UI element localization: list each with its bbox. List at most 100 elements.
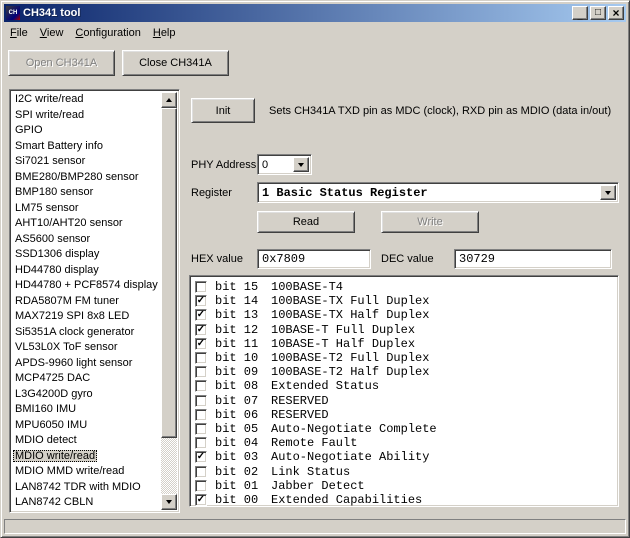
write-button[interactable]: Write [381,211,479,233]
bit-description: 100BASE-TX Half Duplex [271,308,430,323]
list-item-label: SSD1306 display [15,248,100,260]
list-item[interactable]: SPI write/read [12,108,161,124]
list-item-label: RDA5807M FM tuner [15,294,119,307]
list-item[interactable]: HD44780 + PCF8574 display [12,278,161,294]
title-bar[interactable]: CH CH341 tool _ □ × [4,4,626,22]
list-item[interactable]: LAN8742 TDR with MDIO [12,480,161,496]
list-item-label: AHT10/AHT20 sensor [15,217,123,229]
bit-checkbox[interactable] [195,281,207,294]
minimize-button[interactable]: _ [572,6,588,20]
list-item-label: MCP4725 DAC [15,372,91,384]
list-item-label: I2C write/read [15,93,84,105]
list-item-label: MDIO MMD write/read [15,465,125,477]
list-item-label: BME280/BMP280 sensor [15,170,139,183]
bit-checkbox[interactable] [195,422,207,435]
list-item[interactable]: Si5351A clock generator [12,325,161,341]
bit-checkbox[interactable] [195,366,207,379]
list-item[interactable]: VL53L0X ToF sensor [12,340,161,356]
bit-row: bit 15 100BASE-T4 [195,280,614,294]
list-item[interactable]: HD44780 display [12,263,161,279]
bit-label: bit 07 [215,393,259,408]
close-button[interactable]: × [608,6,624,20]
bit-checkbox[interactable]: ✓ [195,323,207,336]
list-item[interactable]: BMI160 IMU [12,402,161,418]
bit-row: bit 01 Jabber Detect [195,479,614,493]
menu-view[interactable]: View [34,25,70,41]
list-item[interactable]: I2C write/read [12,92,161,108]
bit-checkbox[interactable]: ✓ [195,451,207,464]
register-bits-panel: bit 15 100BASE-T4 ✓ bit 14 100BASE-TX Fu… [189,275,619,507]
close-icon: × [612,6,620,20]
bit-checkbox[interactable] [195,394,207,407]
dropdown-arrow-icon [298,162,304,167]
bit-checkbox[interactable]: ✓ [195,493,207,506]
bit-checkbox[interactable] [195,408,207,421]
list-item[interactable]: MAX7219 SPI 8x8 LED [12,309,161,325]
register-combo[interactable]: 1 Basic Status Register [257,182,619,203]
phy-address-combo[interactable]: 0 [257,154,312,175]
list-item[interactable]: MPU6050 IMU [12,418,161,434]
device-list: I2C write/read SPI write/read GPIO Smart Ba… [12,92,161,510]
list-item[interactable]: AS5600 sensor [12,232,161,248]
bit-row: bit 06 RESERVED [195,408,614,422]
list-item[interactable]: MCP4725 DAC [12,371,161,387]
bit-label: bit 10 [215,351,259,366]
bit-description: Auto-Negotiate Ability [271,450,430,465]
bit-row: bit 04 Remote Fault [195,436,614,450]
menu-configuration[interactable]: Configuration [69,25,146,41]
bit-checkbox[interactable] [195,380,207,393]
bit-row: bit 02 Link Status [195,464,614,479]
list-item[interactable]: GPIO [12,123,161,139]
maximize-button[interactable]: □ [590,6,606,20]
list-item[interactable]: L3G4200D gyro [12,387,161,403]
bit-checkbox[interactable]: ✓ [195,295,207,308]
bit-checkbox[interactable]: ✓ [195,337,207,350]
list-item[interactable]: APDS-9960 light sensor [12,356,161,372]
bit-label: bit 15 [215,280,259,295]
init-button[interactable]: Init [191,98,255,123]
hex-value-label: HEX value [191,253,243,265]
list-item-label: GPIO [15,124,43,136]
read-button[interactable]: Read [257,211,355,233]
open-ch341a-button[interactable]: Open CH341A [8,50,115,76]
scroll-down-button[interactable] [161,494,177,510]
hex-value-input[interactable] [257,249,371,269]
menu-help[interactable]: Help [147,25,182,41]
bit-description: RESERVED [271,407,329,422]
app-icon: CH [6,6,20,20]
phy-dropdown-button[interactable] [293,157,309,172]
list-item-label: APDS-9960 light sensor [15,356,133,369]
register-dropdown-button[interactable] [600,185,616,200]
scrollbar-thumb[interactable] [161,108,177,438]
menu-file[interactable]: File [4,25,34,41]
list-item[interactable]: MDIO detect [12,433,161,449]
dec-value-label: DEC value [381,253,434,265]
close-ch341a-button[interactable]: Close CH341A [122,50,229,76]
list-item-label: MDIO write/read [13,449,98,462]
list-item[interactable]: MDIO MMD write/read [12,464,161,480]
dec-value-input[interactable] [454,249,612,269]
bit-checkbox[interactable] [195,437,207,450]
device-list-scrollbar[interactable] [161,92,177,510]
list-item[interactable]: BME280/BMP280 sensor [12,170,161,186]
device-listbox: I2C write/read SPI write/read GPIO Smart Ba… [9,89,180,513]
dropdown-arrow-icon [605,190,611,195]
list-item[interactable]: RDA5807M FM tuner [12,294,161,310]
list-item[interactable]: AHT10/AHT20 sensor [12,216,161,232]
list-item[interactable]: LM75 sensor [12,201,161,217]
list-item[interactable]: MDIO write/read [12,449,161,465]
list-item-label: VL53L0X ToF sensor [15,341,118,353]
list-item[interactable]: SSD1306 display [12,247,161,263]
list-item[interactable]: Si7021 sensor [12,154,161,170]
bit-label: bit 01 [215,478,259,493]
list-item[interactable]: BMP180 sensor [12,185,161,201]
bit-checkbox[interactable] [195,352,207,365]
scroll-up-button[interactable] [161,92,177,108]
bit-checkbox[interactable] [195,465,207,478]
list-item[interactable]: Smart Battery info [12,139,161,155]
bit-row: bit 09 100BASE-T2 Half Duplex [195,365,614,379]
bit-checkbox[interactable]: ✓ [195,309,207,322]
list-item[interactable]: LAN8742 CBLN [12,495,161,510]
scroll-up-icon [166,98,172,102]
bit-checkbox[interactable] [195,479,207,492]
